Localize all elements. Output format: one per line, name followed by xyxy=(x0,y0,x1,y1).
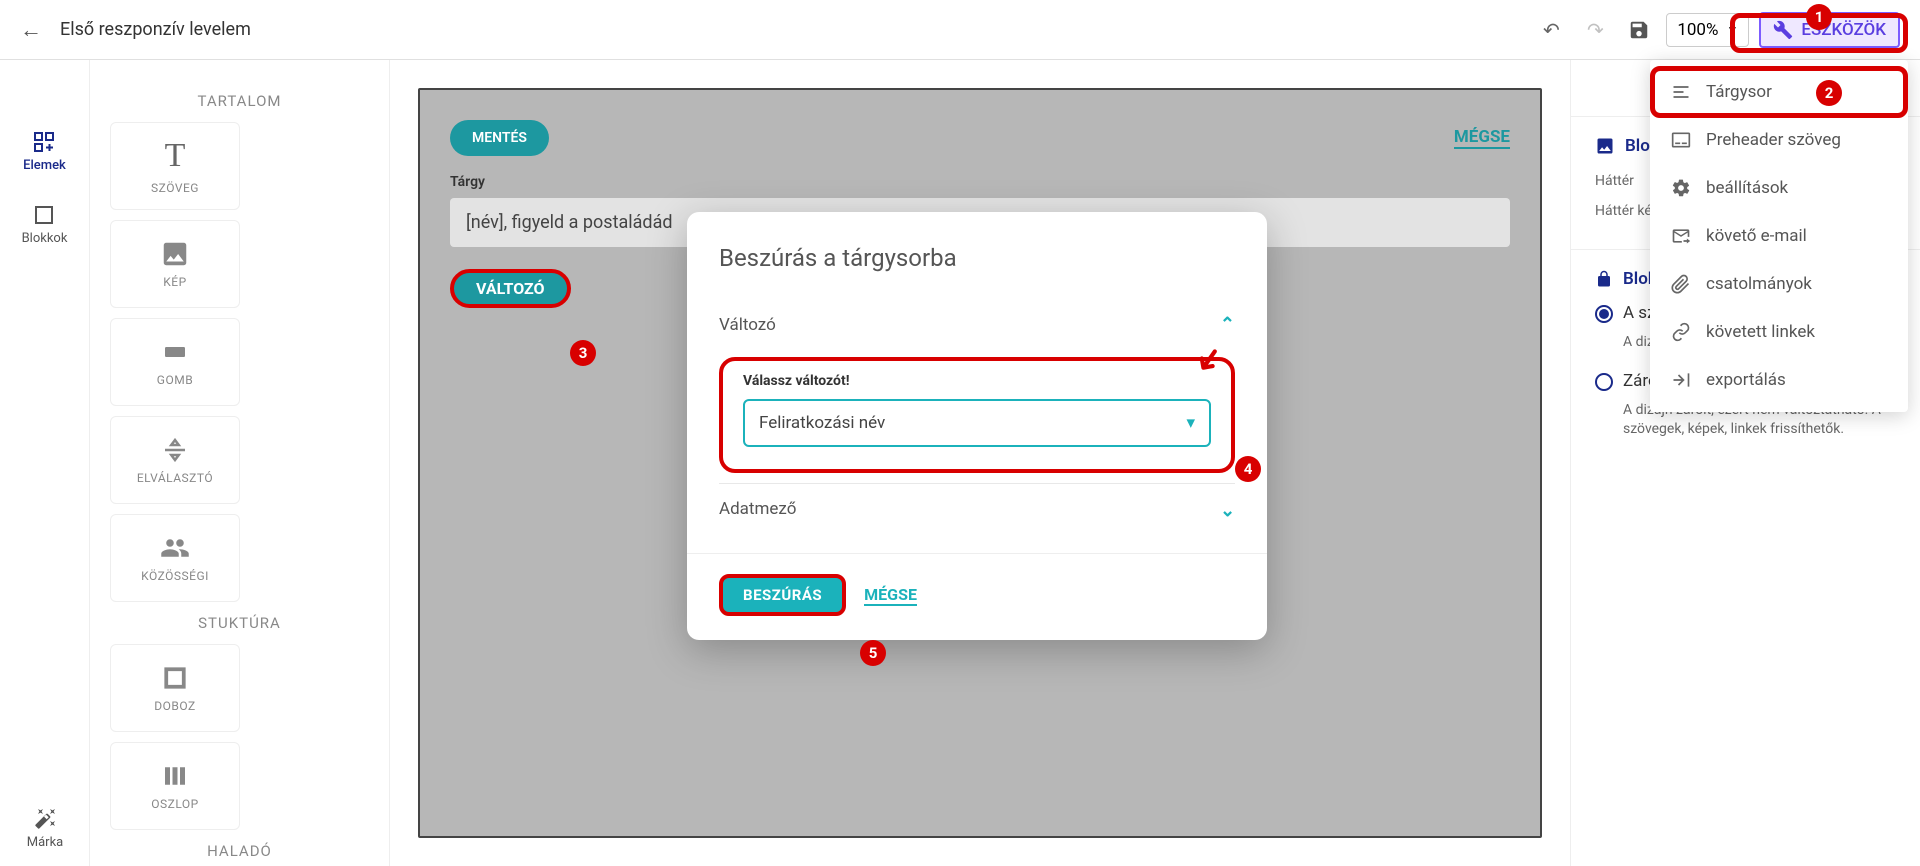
annotation-badge-4: 4 xyxy=(1235,456,1261,482)
wand-icon xyxy=(33,807,57,831)
variable-button[interactable]: VÁLTOZÓ xyxy=(450,269,571,308)
prop-bg-label: Háttér xyxy=(1595,173,1634,189)
nav-elements[interactable]: Elemek xyxy=(23,130,66,173)
link-icon xyxy=(1670,322,1692,342)
palette-section-structure: STUKTÚRA xyxy=(100,614,379,632)
palette-social[interactable]: KÖZÖSSÉGI xyxy=(110,514,240,602)
variable-select-box: Válassz változót! Feliratkozási név ▾ xyxy=(719,357,1235,473)
menu-preheader[interactable]: Preheader szöveg xyxy=(1650,116,1908,164)
chevron-down-icon: ⌃ xyxy=(1220,498,1235,519)
button-icon xyxy=(160,337,190,367)
save-icon[interactable] xyxy=(1622,13,1656,47)
palette-text[interactable]: T SZÖVEG xyxy=(110,122,240,210)
box-icon xyxy=(160,663,190,693)
palette-section-advanced: HALADÓ xyxy=(100,842,379,860)
zoom-select[interactable]: 100% ▼ xyxy=(1666,13,1749,47)
canvas-save-button[interactable]: MENTÉS xyxy=(450,120,549,156)
annotation-badge-5: 5 xyxy=(860,640,886,666)
modal-cancel-link[interactable]: MÉGSE xyxy=(864,585,917,606)
chevron-down-icon: ▾ xyxy=(1186,413,1195,433)
chevron-down-icon: ▼ xyxy=(1726,23,1738,37)
tools-dropdown: Tárgysor Preheader szöveg beállítások kö… xyxy=(1650,60,1908,412)
image-icon xyxy=(160,239,190,269)
annotation-badge-3: 3 xyxy=(570,340,596,366)
insert-button[interactable]: BESZÚRÁS xyxy=(719,574,846,616)
menu-attachments[interactable]: csatolmányok xyxy=(1650,260,1908,308)
menu-export[interactable]: exportálás xyxy=(1650,356,1908,404)
accordion-variable[interactable]: Változó ⌃ xyxy=(719,300,1235,349)
subject-label: Tárgy xyxy=(450,174,1510,190)
mail-send-icon xyxy=(1670,226,1692,246)
caption-icon xyxy=(1670,130,1692,150)
menu-subject-line[interactable]: Tárgysor xyxy=(1650,68,1908,116)
lines-icon xyxy=(1670,82,1692,102)
palette-box[interactable]: DOBOZ xyxy=(110,644,240,732)
left-nav: Elemek Blokkok xyxy=(0,60,90,866)
attachment-icon xyxy=(1670,274,1692,294)
zoom-value: 100% xyxy=(1677,20,1718,40)
palette-column[interactable]: OSZLOP xyxy=(110,742,240,830)
canvas-cancel-link[interactable]: MÉGSE xyxy=(1454,127,1510,149)
text-icon: T xyxy=(165,137,186,175)
insert-variable-modal: Beszúrás a tárgysorba Változó ⌃ Válassz … xyxy=(687,212,1267,640)
menu-tracking-email[interactable]: követő e-mail xyxy=(1650,212,1908,260)
modal-title: Beszúrás a tárgysorba xyxy=(687,244,1267,272)
variable-select-value: Feliratkozási név xyxy=(759,413,885,433)
gear-icon xyxy=(1670,178,1692,198)
redo-icon[interactable]: ↷ xyxy=(1578,13,1612,47)
nav-blocks-label: Blokkok xyxy=(22,231,68,246)
menu-settings[interactable]: beállítások xyxy=(1650,164,1908,212)
social-icon xyxy=(160,533,190,563)
nav-elements-label: Elemek xyxy=(23,158,66,173)
chevron-up-icon: ⌃ xyxy=(1220,314,1235,335)
nav-brand[interactable]: Márka xyxy=(0,791,90,866)
square-icon xyxy=(32,203,56,227)
nav-blocks[interactable]: Blokkok xyxy=(22,203,68,246)
back-arrow-icon[interactable]: ← xyxy=(20,17,42,43)
export-icon xyxy=(1670,370,1692,390)
palette-divider[interactable]: ELVÁLASZTÓ xyxy=(110,416,240,504)
radio-unchecked-icon xyxy=(1595,373,1613,391)
lock-icon xyxy=(1595,270,1613,288)
accordion-datafield[interactable]: Adatmező ⌃ xyxy=(719,483,1235,533)
image-block-icon xyxy=(1595,136,1615,156)
undo-icon[interactable]: ↶ xyxy=(1534,13,1568,47)
app-header: ← Első reszponzív levelem ↶ ↷ 100% ▼ ESZ… xyxy=(0,0,1920,60)
palette-section-content: TARTALOM xyxy=(100,92,379,110)
variable-select-label: Válassz változót! xyxy=(743,373,1211,389)
variable-select[interactable]: Feliratkozási név ▾ xyxy=(743,399,1211,447)
document-title: Első reszponzív levelem xyxy=(60,19,251,40)
annotation-badge-2: 2 xyxy=(1816,80,1842,106)
palette-image[interactable]: KÉP xyxy=(110,220,240,308)
annotation-badge-1: 1 xyxy=(1806,4,1832,30)
grid-add-icon xyxy=(32,130,56,154)
radio-checked-icon xyxy=(1595,305,1613,323)
columns-icon xyxy=(160,761,190,791)
palette-button[interactable]: GOMB xyxy=(110,318,240,406)
menu-tracked-links[interactable]: követett linkek xyxy=(1650,308,1908,356)
nav-brand-label: Márka xyxy=(27,835,64,850)
elements-palette: TARTALOM T SZÖVEG KÉP GOMB xyxy=(90,60,390,866)
divider-icon xyxy=(160,435,190,465)
